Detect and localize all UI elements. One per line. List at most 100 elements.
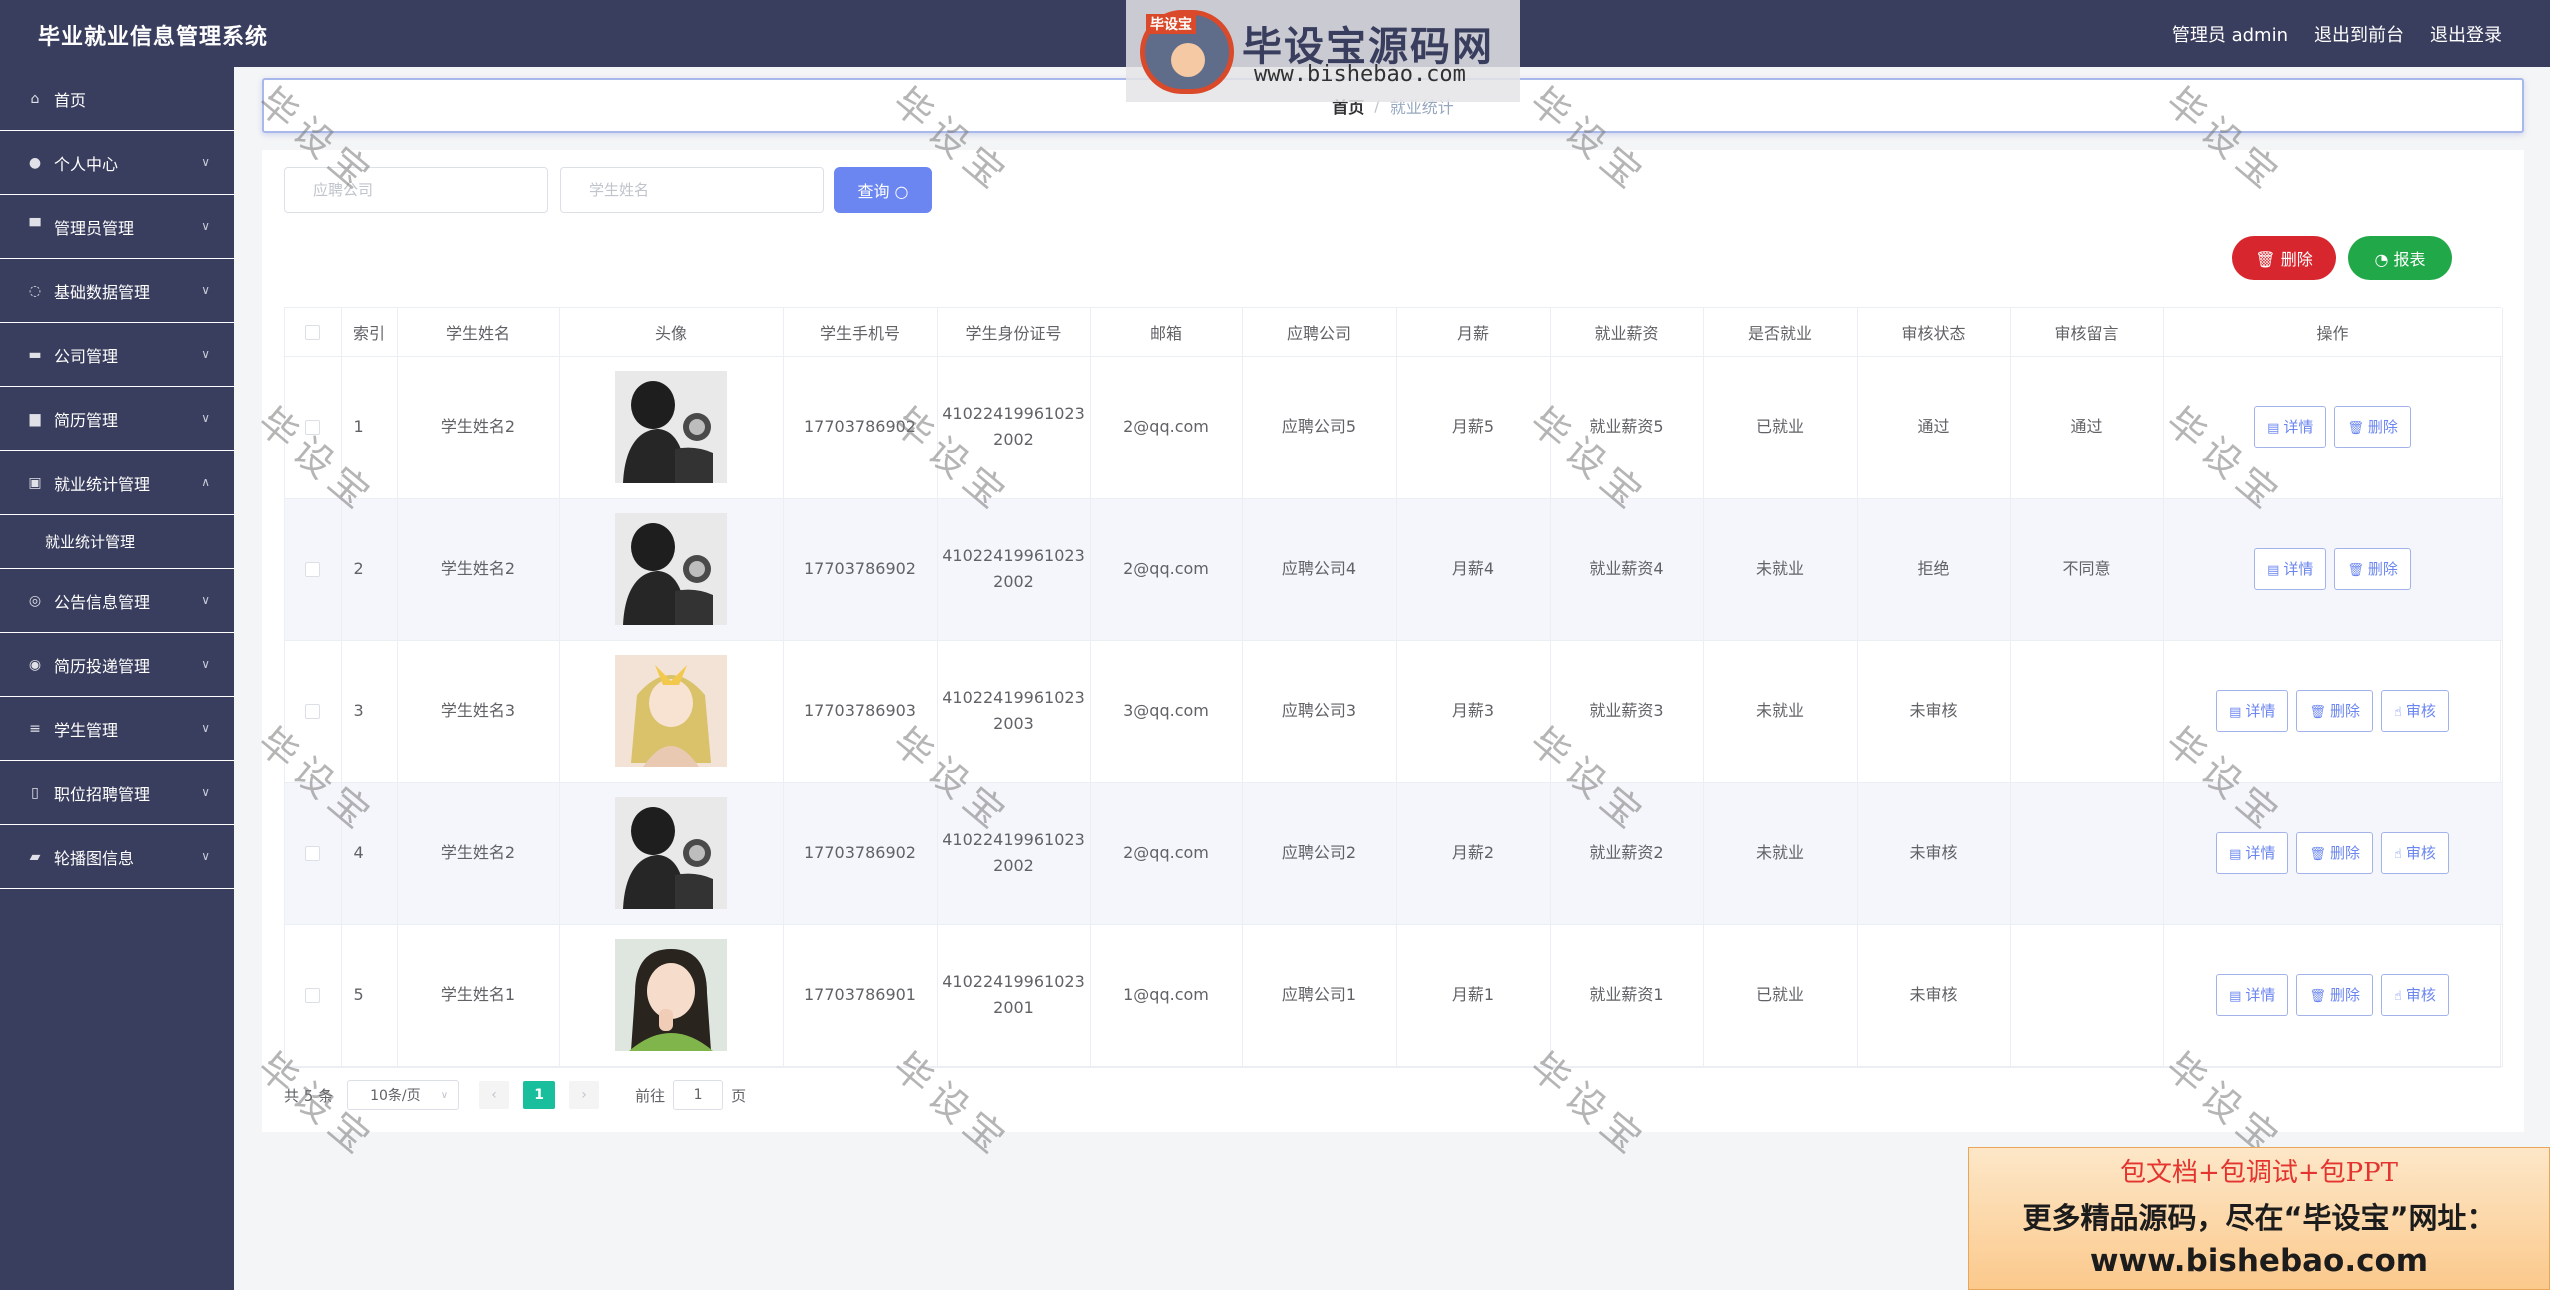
detail-button[interactable]: ▤ 详情 xyxy=(2216,832,2289,874)
thumb-icon: ☝ xyxy=(2393,847,2402,862)
column-header: 邮箱 xyxy=(1090,308,1243,357)
review-message-cell xyxy=(2010,782,2164,925)
select-all-checkbox[interactable] xyxy=(305,325,321,341)
row-select-cell xyxy=(285,924,342,1067)
delete-button[interactable]: 🗑 删除 xyxy=(2334,548,2411,590)
sidebar-subitem-employment-stats[interactable]: 就业统计管理 xyxy=(0,515,234,569)
salary-cell: 月薪1 xyxy=(1396,924,1551,1067)
goto-page-input[interactable] xyxy=(673,1080,724,1110)
review-status-cell: 拒绝 xyxy=(1857,498,2011,641)
sidebar-item-9[interactable]: ≡ 学生管理 ∨ xyxy=(0,697,234,761)
sidebar: ⌂ 首页 ● 个人中心 ∨ ▀ 管理员管理 ∨ ◌ 基础数据管理 ∨ ▬ 公司管理 ∨ ▆ 简历管理 ∨ ▣ 就业统… xyxy=(0,67,234,1290)
sidebar-item-label: 就业统计管理 xyxy=(54,474,151,494)
detail-button[interactable]: ▤ 详情 xyxy=(2216,690,2289,732)
company-search-input[interactable] xyxy=(284,167,548,213)
email-cell: 2@qq.com xyxy=(1090,782,1243,925)
id-number-part-2: 2002 xyxy=(993,572,1034,591)
review-button-label: 审核 xyxy=(2405,844,2436,862)
company-cell: 应聘公司1 xyxy=(1242,924,1397,1067)
delete-button[interactable]: 🗑 删除 xyxy=(2334,406,2411,448)
row-checkbox[interactable] xyxy=(305,420,321,435)
column-header: 操作 xyxy=(2163,308,2503,357)
sidebar-item-10[interactable]: ▯ 职位招聘管理 ∨ xyxy=(0,761,234,825)
top-links: 管理员 admin 退出到前台 退出登录 xyxy=(2172,21,2502,47)
id-number-part-1: 41022419961023 xyxy=(942,830,1085,849)
row-checkbox[interactable] xyxy=(305,704,321,719)
employed-cell: 已就业 xyxy=(1703,356,1858,499)
total-count: 共 5 条 xyxy=(284,1086,334,1105)
detail-button[interactable]: ▤ 详情 xyxy=(2216,974,2289,1016)
detail-button[interactable]: ▤ 详情 xyxy=(2254,548,2327,590)
table-row: 4 学生姓名2 17703786902 41022419961023 2002 2@qq.… xyxy=(285,782,2503,925)
sidebar-item-0[interactable]: ⌂ 首页 xyxy=(0,67,234,131)
index-cell: 2 xyxy=(341,498,398,641)
trash-icon: 🗑 xyxy=(2347,563,2364,578)
page-size-select[interactable]: 10条/页 ∨ xyxy=(347,1080,460,1110)
delete-button[interactable]: 🗑 删除 xyxy=(2296,974,2373,1016)
prev-page-button[interactable]: ‹ xyxy=(479,1081,510,1109)
circle-icon: ◎ xyxy=(28,592,42,609)
id-number-part-2: 2002 xyxy=(993,856,1034,875)
actions-cell: ▤ 详情 🗑 删除 ☝ 审核 xyxy=(2163,640,2503,783)
report-button[interactable]: ◔ 报表 xyxy=(2348,236,2452,280)
row-select-cell xyxy=(285,640,342,783)
thumb-icon: ☝ xyxy=(2393,989,2402,1004)
logo-badge: 毕设宝 xyxy=(1146,14,1196,34)
detail-button-label: 详情 xyxy=(2245,702,2276,720)
column-header: 月薪 xyxy=(1396,308,1551,357)
email-cell: 2@qq.com xyxy=(1090,356,1243,499)
sidebar-item-1[interactable]: ● 个人中心 ∨ xyxy=(0,131,234,195)
sidebar-item-6[interactable]: ▣ 就业统计管理 ∧ xyxy=(0,451,234,515)
page-number-1[interactable]: 1 xyxy=(523,1081,556,1109)
employment-stats-table: 索引 学生姓名 头像 学生手机号 学生身份证号 邮箱 应聘公司 月薪 就业薪资 是否就业 审核状态审… xyxy=(284,307,2503,1068)
batch-delete-button[interactable]: 🗑 删除 xyxy=(2232,236,2336,280)
sidebar-item-label: 轮播图信息 xyxy=(54,848,135,868)
review-button[interactable]: ☝ 审核 xyxy=(2380,974,2449,1016)
sidebar-item-5[interactable]: ▆ 简历管理 ∨ xyxy=(0,387,234,451)
review-button[interactable]: ☝ 审核 xyxy=(2380,690,2449,732)
chevron-down-icon: ∨ xyxy=(201,785,210,799)
sidebar-item-4[interactable]: ▬ 公司管理 ∨ xyxy=(0,323,234,387)
admin-icon: ▀ xyxy=(29,218,41,235)
index-cell: 4 xyxy=(341,782,398,925)
student-name-search-input[interactable] xyxy=(560,167,824,213)
mascot-face xyxy=(1171,43,1205,77)
delete-button[interactable]: 🗑 删除 xyxy=(2296,690,2373,732)
logo-url: www.bishebao.com xyxy=(1254,62,1466,87)
row-checkbox[interactable] xyxy=(305,846,321,861)
query-button[interactable]: 查询 ○ xyxy=(834,167,932,213)
row-checkbox[interactable] xyxy=(305,562,321,577)
sidebar-item-label: 学生管理 xyxy=(54,720,119,740)
review-status-cell: 未审核 xyxy=(1857,782,2011,925)
row-checkbox[interactable] xyxy=(305,988,321,1003)
site-logo-watermark: 毕设宝 毕设宝源码网 www.bishebao.com xyxy=(1126,0,1520,102)
logout-link[interactable]: 退出登录 xyxy=(2430,21,2502,47)
exit-to-front-link[interactable]: 退出到前台 xyxy=(2314,21,2404,47)
next-page-button[interactable]: › xyxy=(569,1081,600,1109)
detail-button[interactable]: ▤ 详情 xyxy=(2254,406,2327,448)
review-message-cell xyxy=(2010,924,2164,1067)
chevron-down-icon: ∨ xyxy=(201,411,210,425)
main-content: 查询 ○ 🗑 删除 ◔ 报表 索引学生姓名头像学生手机号学生身份证号邮箱应聘公司… xyxy=(262,150,2524,1132)
sidebar-item-11[interactable]: ▰ 轮播图信息 ∨ xyxy=(0,825,234,889)
goto-suffix: 页 xyxy=(731,1086,747,1105)
index-cell: 1 xyxy=(341,356,398,499)
delete-button[interactable]: 🗑 删除 xyxy=(2296,832,2373,874)
review-status-cell: 通过 xyxy=(1857,356,2011,499)
employment-salary-cell: 就业薪资5 xyxy=(1550,356,1704,499)
student-name-cell: 学生姓名1 xyxy=(397,924,560,1067)
sidebar-item-7[interactable]: ◎ 公告信息管理 ∨ xyxy=(0,569,234,633)
delete-button-label: 删除 xyxy=(2329,986,2360,1004)
sidebar-item-2[interactable]: ▀ 管理员管理 ∨ xyxy=(0,195,234,259)
sidebar-item-3[interactable]: ◌ 基础数据管理 ∨ xyxy=(0,259,234,323)
actions-cell: ▤ 详情 🗑 删除 ☝ 审核 xyxy=(2163,782,2503,925)
delete-button-label: 删除 xyxy=(2367,560,2398,578)
employed-cell: 未就业 xyxy=(1703,498,1858,641)
document-icon: ▤ xyxy=(2229,847,2242,862)
sidebar-item-8[interactable]: ◉ 简历投递管理 ∨ xyxy=(0,633,234,697)
mic-icon: ▯ xyxy=(31,784,39,801)
detail-button-label: 详情 xyxy=(2245,844,2276,862)
avatar-portrait-dark xyxy=(615,797,727,909)
review-button[interactable]: ☝ 审核 xyxy=(2380,832,2449,874)
bell-off-icon: ◌ xyxy=(28,282,42,299)
